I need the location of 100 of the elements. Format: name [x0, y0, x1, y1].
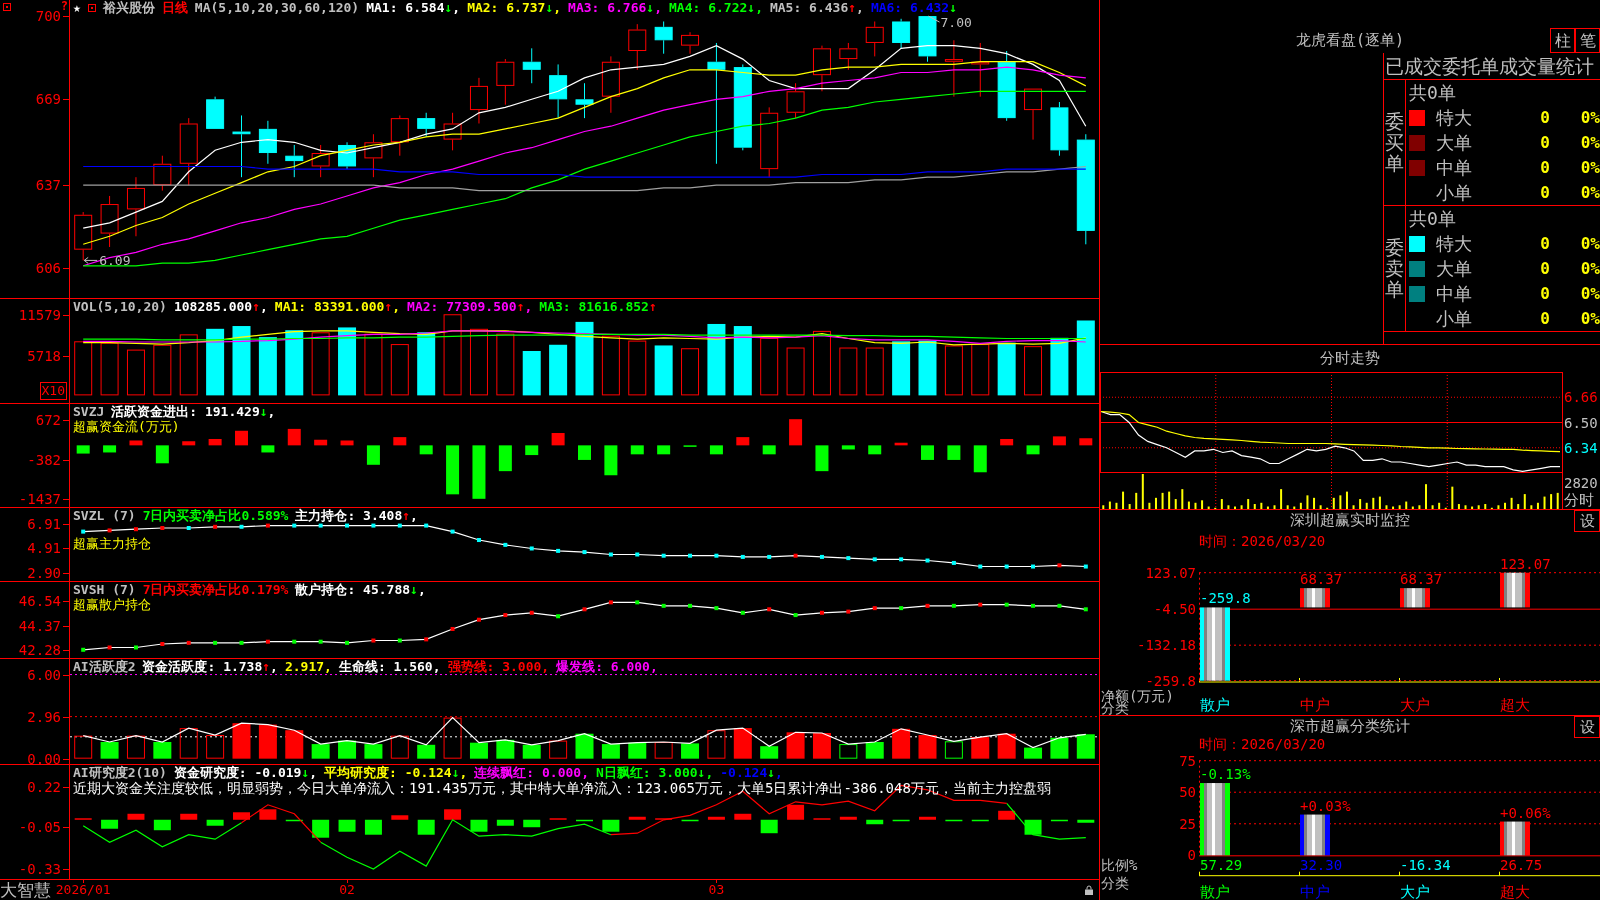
point-marker	[1031, 603, 1036, 608]
legend-item: 强势线: 3.000,	[447, 659, 550, 674]
axis-title: 分类	[1101, 875, 1129, 891]
lock-icon[interactable]	[1085, 885, 1093, 895]
legend-item: MA3: 81616.852↑	[539, 299, 657, 314]
candle	[997, 50, 1016, 122]
point-marker	[767, 554, 772, 559]
legend-item: VOL(5,10,20)	[73, 299, 167, 314]
volume-bar	[628, 340, 647, 396]
point-marker	[424, 523, 429, 528]
indicator-bar	[261, 445, 275, 453]
point-marker	[661, 603, 666, 608]
legend-item: 主力持仓: 3.408↑,	[295, 508, 418, 523]
indicator-bar	[1050, 737, 1069, 759]
order-size-label: 中单	[1436, 282, 1473, 305]
date-label: 02	[339, 881, 355, 899]
indicator-bar	[179, 728, 198, 759]
point-marker	[767, 607, 772, 612]
axis-label: -132.18	[1137, 636, 1196, 653]
indicator-bar	[812, 733, 831, 759]
order-size-label: 特大	[1436, 106, 1473, 129]
legend-item: 平均研究度: -0.124↓,	[324, 765, 468, 780]
category-label: 中户	[1300, 696, 1330, 714]
bar-value-label: -16.34	[1400, 857, 1451, 873]
indicator-bar	[496, 739, 515, 759]
candle	[971, 42, 990, 98]
axis-label: 0	[1187, 847, 1196, 864]
point-marker	[899, 557, 904, 562]
axis-label: 44.37	[18, 617, 61, 634]
legend-item: 日线	[161, 0, 188, 15]
panel-title: 深市超赢分类统计	[1289, 716, 1411, 736]
view-toggle-button[interactable]: 笔	[1575, 28, 1600, 53]
axis-label: 6.66	[1564, 389, 1598, 406]
indicator-bar	[549, 740, 568, 759]
axis-label: -4.50	[1153, 600, 1196, 617]
settings-button[interactable]: 设	[1574, 510, 1600, 532]
point-marker	[1004, 602, 1009, 607]
indicator-bar	[998, 810, 1016, 820]
settings-button[interactable]: 设	[1574, 716, 1600, 738]
order-percent: 0%	[1579, 257, 1600, 280]
date-label: 03	[708, 881, 725, 899]
indicator-bar	[258, 724, 277, 759]
volume-bar	[153, 344, 172, 396]
legend-item: SVSH (7)	[73, 582, 136, 597]
legend-item: 活跃资金进出: 191.429↓,	[111, 404, 276, 419]
point-marker	[1083, 607, 1088, 612]
indicator-bar	[470, 819, 488, 832]
point-marker	[450, 626, 455, 631]
legend-item: 108285.000↑,	[173, 299, 268, 314]
volume-bar	[74, 341, 93, 396]
order-count: 0	[1539, 282, 1550, 305]
square-marker-icon	[3, 3, 11, 11]
indicator-bar	[498, 445, 512, 472]
indicator-bar	[657, 445, 671, 455]
point-marker	[872, 557, 877, 562]
point-marker	[1004, 564, 1009, 569]
point-marker	[740, 610, 745, 615]
view-toggle-button[interactable]: 柱	[1550, 28, 1575, 53]
help-mark[interactable]: ?	[60, 0, 68, 13]
order-size-label: 大单	[1436, 257, 1473, 280]
panel-title: 深圳超赢实时监控	[1289, 510, 1411, 530]
favorite-star[interactable]: ★	[73, 0, 81, 15]
legend-item: 生命线: 1.560,	[338, 659, 441, 674]
category-label: 散户	[1200, 696, 1230, 714]
legend-item: -0.124↓,	[720, 765, 783, 780]
indicator-bar	[338, 740, 357, 759]
indicator-note: 超赢散户持仓	[73, 597, 151, 612]
order-count: 0	[1539, 106, 1550, 129]
category-label: 散户	[1200, 882, 1230, 900]
group-label: 委卖单	[1385, 237, 1404, 300]
indicator-bar	[683, 445, 697, 447]
point-marker	[925, 558, 930, 563]
indicator-bar	[525, 445, 539, 456]
indicator-bar	[971, 737, 990, 759]
order-count: 0	[1539, 156, 1550, 179]
indicator-bar	[787, 804, 805, 820]
indicator-bar	[918, 735, 937, 759]
point-marker	[503, 613, 508, 618]
point-marker	[978, 602, 983, 607]
point-marker	[213, 640, 218, 645]
point-marker	[1057, 563, 1062, 568]
volume-bar	[760, 337, 779, 396]
indicator-bar	[444, 809, 462, 820]
point-marker	[1083, 564, 1088, 569]
volume-bar	[100, 342, 119, 396]
point-marker	[688, 603, 693, 608]
indicator-bar	[839, 744, 858, 759]
order-percent: 0%	[1579, 232, 1600, 255]
indicator-bar	[182, 441, 196, 446]
axis-label: 75	[1179, 752, 1196, 769]
volume-bar	[1050, 337, 1069, 396]
indicator-bar	[1077, 819, 1095, 823]
indicator-bar	[364, 744, 383, 759]
indicator-bar	[578, 445, 591, 460]
legend-item: MA5: 6.436↑,	[769, 0, 864, 15]
axis-label: 25	[1179, 815, 1196, 832]
volume-bar	[918, 340, 937, 396]
indicator-bar	[103, 445, 117, 453]
point-marker	[397, 638, 402, 643]
chart-date: 时间：2026/03/20	[1199, 736, 1326, 752]
